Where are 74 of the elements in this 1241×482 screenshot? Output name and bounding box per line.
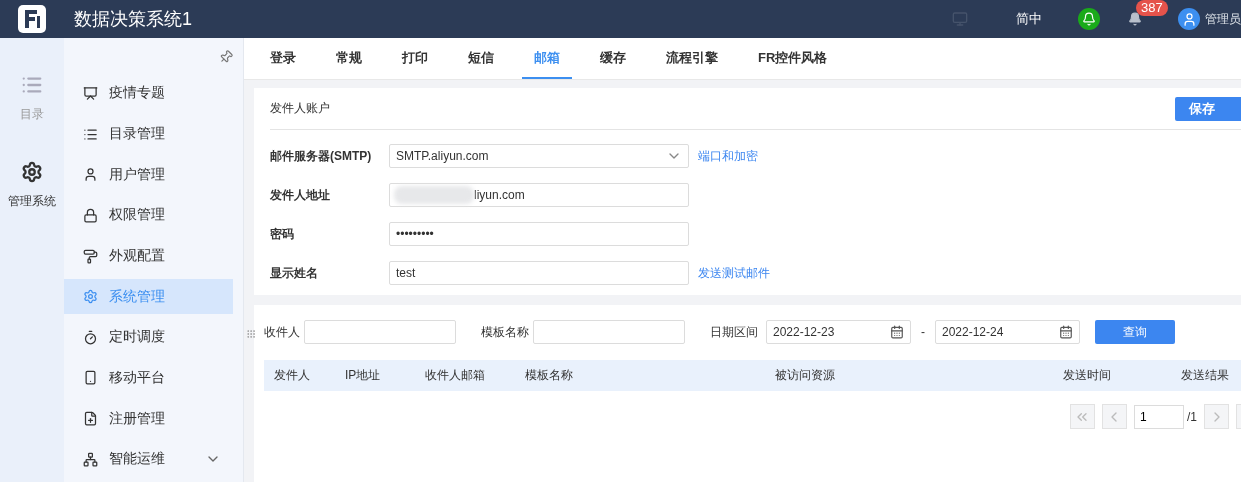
sidebar-item[interactable]: 智能运维 [64,441,233,478]
file-plus-icon [83,411,98,427]
list-icon [21,74,43,96]
column-header: 发送时间 [1063,367,1112,384]
first-page-button[interactable] [1070,404,1095,429]
settings-icon [21,161,43,183]
date-field[interactable]: 2022-12-24 [935,320,1080,344]
section-title: 发件人账户 [270,100,330,117]
filter-label: 收件人 [264,323,300,341]
column-header: 收件人邮箱 [425,367,486,384]
field-label: 显示姓名 [270,264,319,282]
calendar-icon [1059,325,1073,339]
avatar-icon[interactable] [1178,8,1200,30]
filter-label: 模板名称 [481,323,529,341]
column-header: 发送结果 [1181,367,1230,384]
drag-handle-icon[interactable] [246,329,256,339]
range-separator: - [921,325,925,339]
input-field[interactable]: liyun.com [389,183,689,207]
network-icon [83,451,98,467]
tab[interactable]: 常规 [324,38,374,79]
list-icon [83,126,98,142]
tab[interactable]: 短信 [456,38,506,79]
column-header: 被访问资源 [775,367,836,384]
input-field[interactable]: ••••••••• [389,222,689,246]
link[interactable]: 发送测试邮件 [698,264,770,282]
bell-icon[interactable] [1078,8,1100,30]
tab[interactable]: 登录 [258,38,308,79]
screen-icon [83,85,98,101]
field-label: 发件人地址 [270,186,331,204]
date-field[interactable]: 2022-12-23 [766,320,911,344]
tab[interactable]: 打印 [390,38,440,79]
page-total: /1 [1187,409,1197,424]
language-menu[interactable]: 简中 [1016,10,1042,28]
rail-item[interactable]: 管理系统 [8,161,56,210]
prev-page-button[interactable] [1102,404,1127,429]
user-icon [83,167,98,183]
sidebar-item[interactable]: 定时调度 [64,319,233,356]
input-field[interactable]: test [389,261,689,285]
select-field[interactable]: SMTP.aliyun.com [389,144,689,168]
save-button[interactable]: 保存 [1175,96,1241,121]
page-input[interactable]: 1 [1134,404,1184,429]
link[interactable]: 端口和加密 [698,147,758,165]
tab[interactable]: FR控件风格 [746,38,840,79]
next-page-button[interactable] [1204,404,1229,429]
lock-icon [83,207,98,223]
input-field[interactable] [533,320,685,344]
notification-badge: 387 [1136,0,1168,16]
column-header: IP地址 [345,367,382,384]
query-button[interactable]: 查询 [1095,320,1175,344]
paint-roller-icon [83,248,98,264]
sidebar-item[interactable]: 疫情专题 [64,75,233,112]
calendar-icon [890,325,904,339]
logo-icon [17,4,47,34]
settings-icon [83,289,98,305]
sidebar-item[interactable]: 用户管理 [64,156,233,193]
tab[interactable]: 流程引擎 [654,38,730,79]
monitor-icon[interactable] [952,11,968,27]
sidebar-item[interactable]: 权限管理 [64,197,233,234]
input-field[interactable] [304,320,456,344]
column-header: 模板名称 [525,367,574,384]
column-header: 发件人 [274,367,311,384]
app-title: 数据决策系统1 [74,8,193,31]
sidebar-item[interactable]: 注册管理 [64,400,233,437]
field-label: 密码 [270,225,295,243]
filter-label: 日期区间 [710,323,758,341]
sidebar-item[interactable]: 移动平台 [64,360,233,396]
sidebar-item[interactable]: 目录管理 [64,116,233,152]
bell-icon[interactable] [1128,12,1142,26]
timer-icon [83,329,98,345]
user-name[interactable]: 管理员 [1205,10,1241,28]
sidebar-item[interactable]: 外观配置 [64,238,233,274]
phone-icon [83,370,98,386]
tab[interactable]: 缓存 [588,38,638,79]
field-label: 邮件服务器(SMTP) [270,147,373,165]
